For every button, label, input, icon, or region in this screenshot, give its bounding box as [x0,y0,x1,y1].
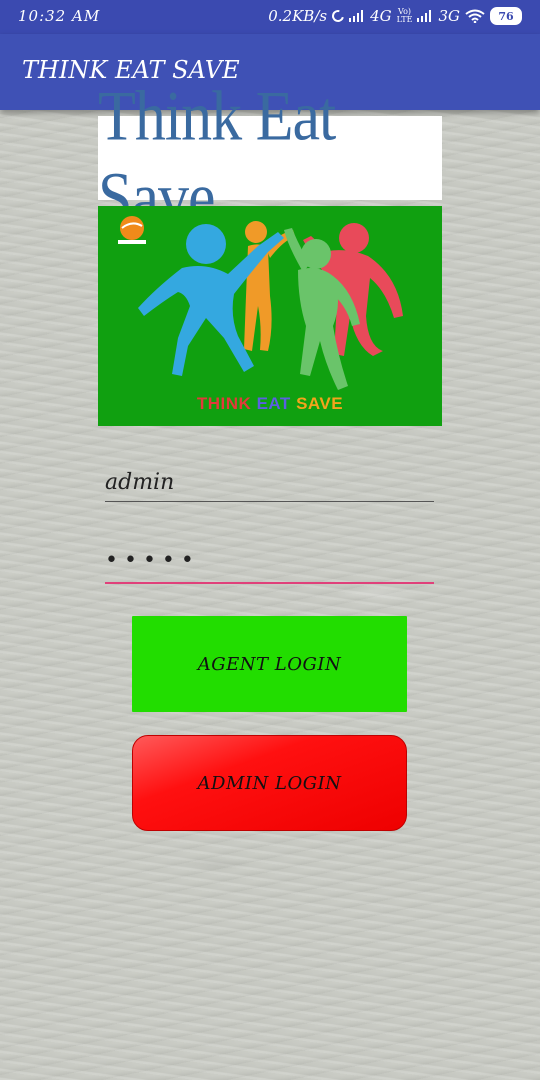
status-bar: 10:32 AM 0.2KB/s 4G Vo) LTE 3G 76 [0,0,540,34]
status-time: 10:32 AM [18,7,101,25]
caption-eat: EAT [256,394,291,413]
network-4g-label: 4G [370,7,392,25]
password-value: ••••• [105,548,200,573]
signal-4g-icon [349,10,365,22]
caption-think: THINK [196,394,252,413]
network-3g-label: 3G [438,7,460,25]
volte-icon: Vo) LTE [397,8,413,24]
do-not-disturb-icon [329,7,347,25]
admin-login-button[interactable]: ADMIN LOGIN [132,735,407,831]
people-figures-graphic [118,216,403,390]
username-value: admin [105,470,175,495]
volte-line2: LTE [396,15,413,24]
logo-banner: Think Eat Save [98,78,442,237]
high-five-illustration: THINK EAT SAVE [98,206,442,426]
password-input[interactable]: ••••• [105,548,434,584]
status-indicators: 0.2KB/s 4G Vo) LTE 3G 76 [268,7,522,25]
battery-icon: 76 [490,7,522,25]
username-input[interactable]: admin [105,467,434,502]
wifi-icon [465,9,485,24]
agent-login-button[interactable]: AGENT LOGIN [132,616,407,712]
admin-login-label: ADMIN LOGIN [197,772,342,794]
signal-3g-icon [417,10,433,22]
caption-save: SAVE [296,394,344,413]
agent-login-label: AGENT LOGIN [197,653,342,675]
illustration-caption: THINK EAT SAVE [98,394,442,414]
network-speed: 0.2KB/s [268,7,328,25]
